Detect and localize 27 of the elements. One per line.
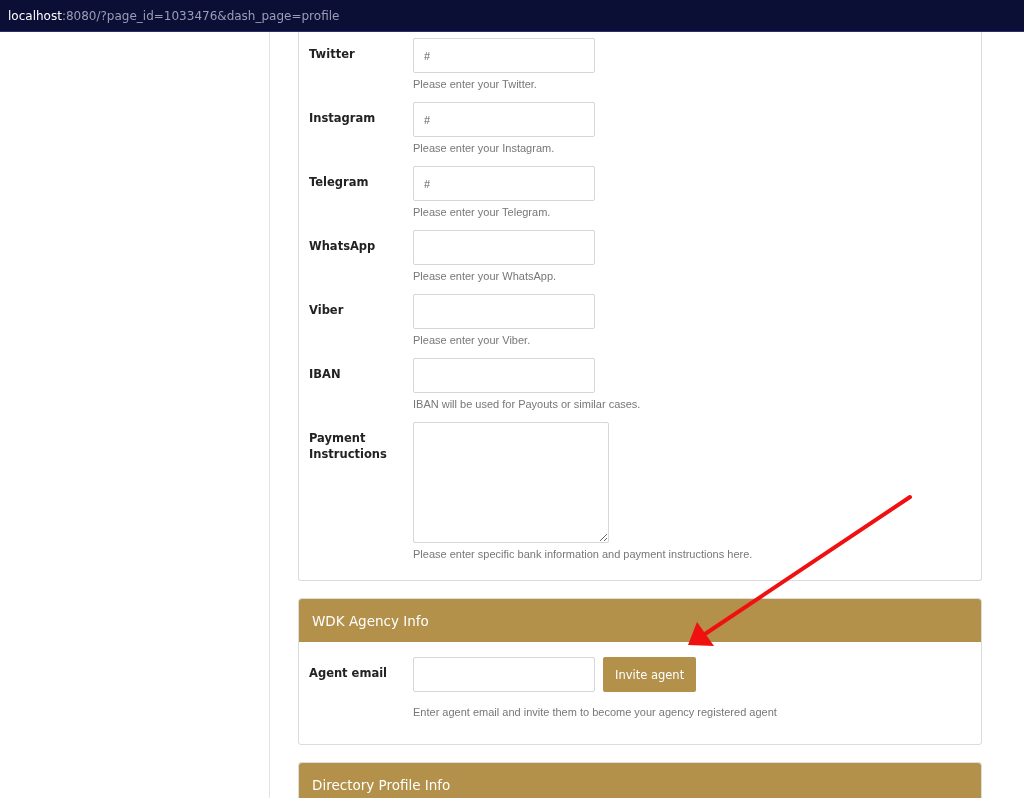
section-header: Directory Profile Info — [299, 763, 981, 798]
address-bar-url[interactable]: localhost:8080/?page_id=1033476&dash_page=profile — [8, 8, 340, 23]
section-header: WDK Agency Info — [299, 599, 981, 642]
input-field[interactable]: # — [413, 38, 595, 73]
input-field[interactable]: # — [413, 166, 595, 201]
field-label: Payment Instructions — [309, 430, 388, 463]
field-label: IBAN — [309, 366, 342, 383]
input-field[interactable] — [413, 230, 595, 265]
help-text: IBAN will be used for Payouts or similar cases. — [413, 397, 642, 411]
help-text: Please enter specific bank information and payment instructions here. — [413, 547, 754, 561]
help-text: Please enter your Viber. — [413, 333, 532, 347]
input-field[interactable] — [413, 657, 595, 692]
text-area[interactable] — [413, 422, 609, 543]
field-label: Agent email — [309, 665, 389, 682]
help-text: Please enter your Twitter. — [413, 77, 538, 91]
field-label: Viber — [309, 302, 345, 319]
field-label: Twitter — [309, 46, 356, 63]
field-label: Telegram — [309, 174, 370, 191]
field-label: WhatsApp — [309, 238, 377, 255]
help-text: Please enter your Instagram. — [413, 141, 556, 155]
help-text: Please enter your Telegram. — [413, 205, 552, 219]
input-field[interactable] — [413, 294, 595, 329]
help-text: Enter agent email and invite them to become your agency registered agent — [413, 705, 778, 719]
input-field[interactable]: # — [413, 102, 595, 137]
input-field[interactable] — [413, 358, 595, 393]
field-label: Instagram — [309, 110, 377, 127]
help-text: Please enter your WhatsApp. — [413, 269, 558, 283]
